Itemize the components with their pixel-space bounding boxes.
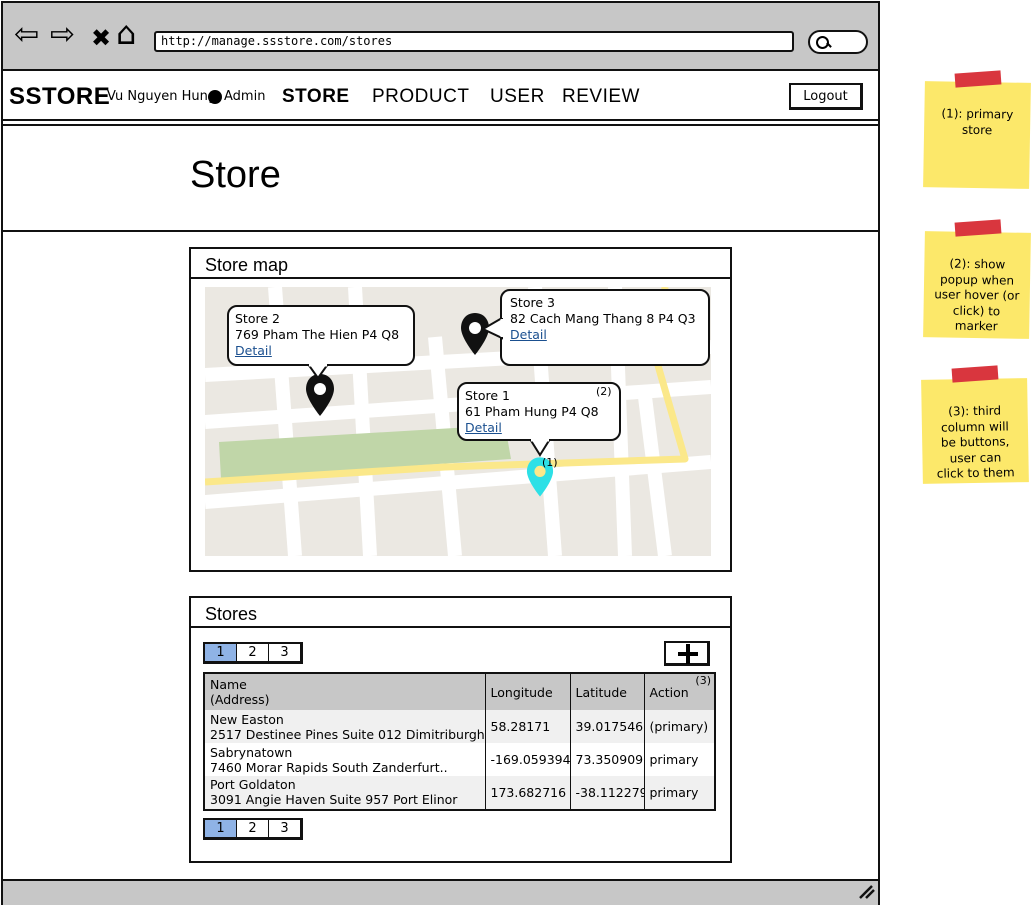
popup-store-address: 82 Cach Mang Thang 8 P4 Q3 — [510, 311, 696, 326]
logout-button[interactable]: Logout — [789, 83, 863, 110]
popup-detail-link[interactable]: Detail — [465, 420, 502, 435]
popup-store-address: 769 Pham The Hien P4 Q8 — [235, 327, 400, 342]
page-3-button[interactable]: 3 — [269, 820, 300, 837]
column-header-latitude: Latitude — [569, 673, 644, 711]
table-row[interactable]: Port Goldaton 3091 Angie Haven Suite 957… — [204, 775, 715, 810]
stores-table: Name (Address) Longitude Latitude Action… — [203, 672, 716, 811]
user-status-dot-icon — [208, 90, 222, 104]
latitude-cell: -38.112279 — [569, 775, 644, 810]
popup-pointer — [483, 318, 503, 340]
sticky-note-text: (2): show popup when user hover (or clic… — [934, 256, 1020, 334]
column-header-name: Name (Address) — [204, 673, 485, 711]
store-name-cell: New Easton 2517 Destinee Pines Suite 012… — [204, 710, 485, 744]
nav-user[interactable]: USER — [490, 86, 545, 108]
sticky-note-1: (1): primary store — [923, 81, 1031, 189]
pagination-top: 1 2 3 — [203, 642, 303, 664]
nav-review[interactable]: REVIEW — [562, 86, 640, 108]
latitude-cell: 73.350909 — [569, 743, 644, 776]
popup-pointer — [528, 439, 552, 457]
plus-icon-vertical — [686, 644, 690, 664]
popup-store-name: Store 2 — [235, 311, 280, 326]
page-1-button[interactable]: 1 — [205, 644, 237, 661]
store-name-cell: Sabrynatown 7460 Morar Rapids South Zand… — [204, 743, 485, 776]
action-set-primary-button[interactable]: primary — [643, 775, 715, 810]
table-header-row: Name (Address) Longitude Latitude Action… — [204, 673, 715, 711]
back-arrow-icon[interactable]: ⇦ — [14, 20, 39, 50]
store-name: Sabrynatown — [210, 744, 293, 760]
home-icon[interactable]: ⌂ — [116, 17, 136, 49]
url-bar[interactable]: http://manage.ssstore.com/stores — [154, 31, 794, 52]
user-name: Vu Nguyen Hung — [107, 89, 217, 104]
user-role: Admin — [224, 89, 266, 104]
panel-divider — [191, 626, 732, 628]
sticky-note-text: (3): third column will be buttons, user … — [936, 403, 1015, 481]
store-name: New Easton — [210, 711, 284, 727]
longitude-cell: 58.28171 — [484, 710, 570, 744]
popup-store-address: 61 Pham Hung P4 Q8 — [465, 404, 599, 419]
nav-product[interactable]: PRODUCT — [372, 86, 469, 108]
store-address: 2517 Destinee Pines Suite 012 Dimitribur… — [210, 726, 485, 742]
store-address: 7460 Morar Rapids South Zanderfurt.. — [210, 759, 448, 775]
page-1-button[interactable]: 1 — [205, 820, 237, 837]
popup-detail-link[interactable]: Detail — [510, 327, 547, 342]
store-address: 3091 Angie Haven Suite 957 Port Elinor — [210, 792, 458, 808]
title-band — [3, 124, 878, 232]
popup-detail-link[interactable]: Detail — [235, 343, 272, 358]
popup-store-name: Store 1 — [465, 388, 510, 403]
store-name-cell: Port Goldaton 3091 Angie Haven Suite 957… — [204, 775, 485, 810]
primary-marker-note-ref: (1) — [542, 456, 558, 469]
sticky-note-2: (2): show popup when user hover (or clic… — [923, 231, 1031, 339]
latitude-cell: 39.017546 — [569, 710, 644, 744]
browser-status-bar — [3, 879, 878, 905]
map-panel-title: Store map — [205, 255, 289, 275]
sticky-note-3: (3): third column will be buttons, user … — [921, 378, 1029, 484]
store-name: Port Goldaton — [210, 777, 296, 793]
browser-search-box[interactable] — [808, 30, 868, 54]
brand-logo[interactable]: SSTORE — [9, 83, 110, 111]
page-title: Store — [190, 154, 281, 196]
action-set-primary-button[interactable]: primary — [643, 743, 715, 776]
nav-store[interactable]: STORE — [282, 86, 350, 108]
table-row[interactable]: Sabrynatown 7460 Morar Rapids South Zand… — [204, 743, 715, 776]
column-header-action-label: Action — [649, 684, 689, 700]
column-header-name-label: Name — [210, 677, 247, 693]
column-header-longitude: Longitude — [484, 673, 570, 711]
page-2-button[interactable]: 2 — [237, 820, 269, 837]
add-store-button[interactable] — [664, 641, 710, 666]
popup-pointer — [306, 364, 330, 380]
page-2-button[interactable]: 2 — [237, 644, 269, 661]
pagination-bottom: 1 2 3 — [203, 818, 303, 840]
column-header-address-label: (Address) — [210, 692, 270, 708]
longitude-cell: -169.059394 — [484, 743, 570, 776]
stores-panel-title: Stores — [205, 604, 258, 624]
marker-popup-store-2: Store 2 769 Pham The Hien P4 Q8 Detail — [227, 305, 415, 366]
longitude-cell: 173.682716 — [484, 775, 570, 810]
action-primary-button[interactable]: (primary) — [643, 710, 715, 744]
sticky-note-text: (1): primary store — [941, 106, 1014, 137]
close-icon[interactable]: ✖ — [91, 23, 111, 53]
column-header-action: Action (3) — [643, 673, 715, 711]
marker-popup-store-3: Store 3 82 Cach Mang Thang 8 P4 Q3 Detai… — [500, 289, 710, 366]
panel-divider — [191, 277, 732, 279]
resize-grip-icon[interactable] — [858, 884, 876, 900]
popup-store-name: Store 3 — [510, 295, 555, 310]
table-row[interactable]: New Easton 2517 Destinee Pines Suite 012… — [204, 710, 715, 744]
forward-arrow-icon[interactable]: ⇨ — [50, 20, 75, 50]
popup-note-ref: (2) — [596, 385, 612, 398]
action-column-note-ref: (3) — [695, 674, 711, 687]
page-3-button[interactable]: 3 — [269, 644, 300, 661]
